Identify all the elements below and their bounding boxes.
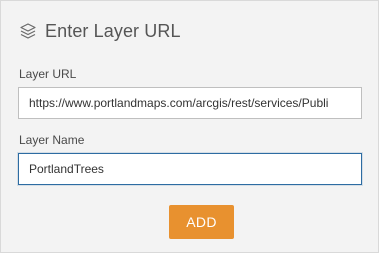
layer-url-input[interactable]	[18, 87, 362, 119]
layer-url-label: Layer URL	[19, 67, 77, 81]
dialog-header: Enter Layer URL	[19, 19, 181, 43]
add-button[interactable]: ADD	[169, 205, 234, 239]
layer-name-input[interactable]	[18, 153, 362, 185]
layers-icon	[19, 22, 37, 40]
layer-name-label: Layer Name	[19, 133, 85, 147]
dialog-title: Enter Layer URL	[45, 20, 181, 41]
add-layer-panel: Enter Layer URL Layer URL Layer Name ADD	[0, 0, 379, 253]
